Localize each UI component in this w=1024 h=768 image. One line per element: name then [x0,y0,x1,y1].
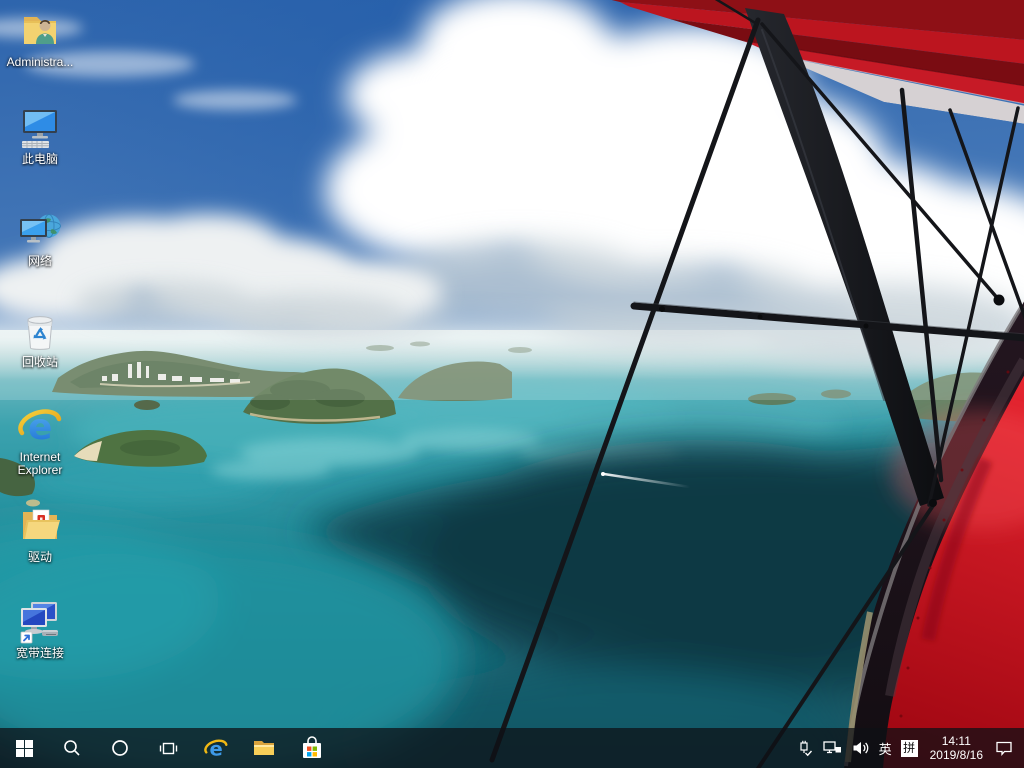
taskbar-internet-explorer[interactable]: e [192,728,240,768]
taskbar: e [0,728,1024,768]
desktop-icon-drivers[interactable]: 驱动 [1,501,79,564]
cortana-button[interactable] [96,728,144,768]
this-pc-icon [16,103,64,151]
speaker-icon [852,740,870,756]
desktop-icon-label: 此电脑 [22,153,58,166]
search-icon [63,739,81,757]
task-view-button[interactable] [144,728,192,768]
usb-safely-remove-tray[interactable] [791,728,818,768]
start-button[interactable] [0,728,48,768]
desktop-icon-internet-explorer[interactable]: e Internet Explorer [1,401,79,477]
desktop-icon-label: 回收站 [22,356,58,369]
drivers-folder-icon [16,501,64,549]
cortana-circle-icon [111,739,129,757]
action-center-button[interactable] [990,728,1018,768]
desktop-icon-network[interactable]: 网络 [1,205,79,268]
search-button[interactable] [48,728,96,768]
taskbar-clock[interactable]: 14:11 2019/8/16 [923,734,990,762]
microsoft-store-icon [301,736,323,760]
desktop-icon-broadband[interactable]: 宽带连接 [1,597,79,660]
windows-desktop: Administra... 此电脑 [0,0,1024,768]
task-view-icon [159,740,178,757]
desktop-icon-recycle-bin[interactable]: 回收站 [1,306,79,369]
ime-mode-indicator[interactable]: 拼 [901,740,918,757]
network-tray[interactable] [818,728,847,768]
desktop-icon-label: 宽带连接 [16,647,64,660]
wallpaper-scene [0,0,1024,768]
volume-tray[interactable] [847,728,875,768]
internet-explorer-icon: e [203,735,229,761]
ime-language-indicator[interactable]: 英 [875,739,896,758]
system-tray: 英 拼 14:11 2019/8/16 [791,728,1024,768]
network-wired-icon [823,740,842,756]
network-icon [16,205,64,253]
desktop-icon-label: Administra... [7,56,74,69]
desktop-icon-label: 驱动 [28,551,52,564]
taskbar-file-explorer[interactable] [240,728,288,768]
desktop-icon-label: Internet Explorer [2,451,78,477]
desktop-icon-this-pc[interactable]: 此电脑 [1,103,79,166]
broadband-connection-icon [16,597,64,645]
usb-icon [796,740,813,757]
desktop-icon-label: 网络 [28,255,52,268]
desktop-icon-administrator[interactable]: Administra... [1,6,79,69]
windows-logo-icon [16,740,33,757]
taskbar-microsoft-store[interactable] [288,728,336,768]
internet-explorer-icon: e [16,401,64,449]
clock-date: 2019/8/16 [930,748,983,762]
clock-time: 14:11 [930,734,983,748]
user-folder-icon [16,6,64,54]
recycle-bin-icon [16,306,64,354]
action-center-icon [995,740,1013,756]
file-explorer-icon [252,736,276,760]
